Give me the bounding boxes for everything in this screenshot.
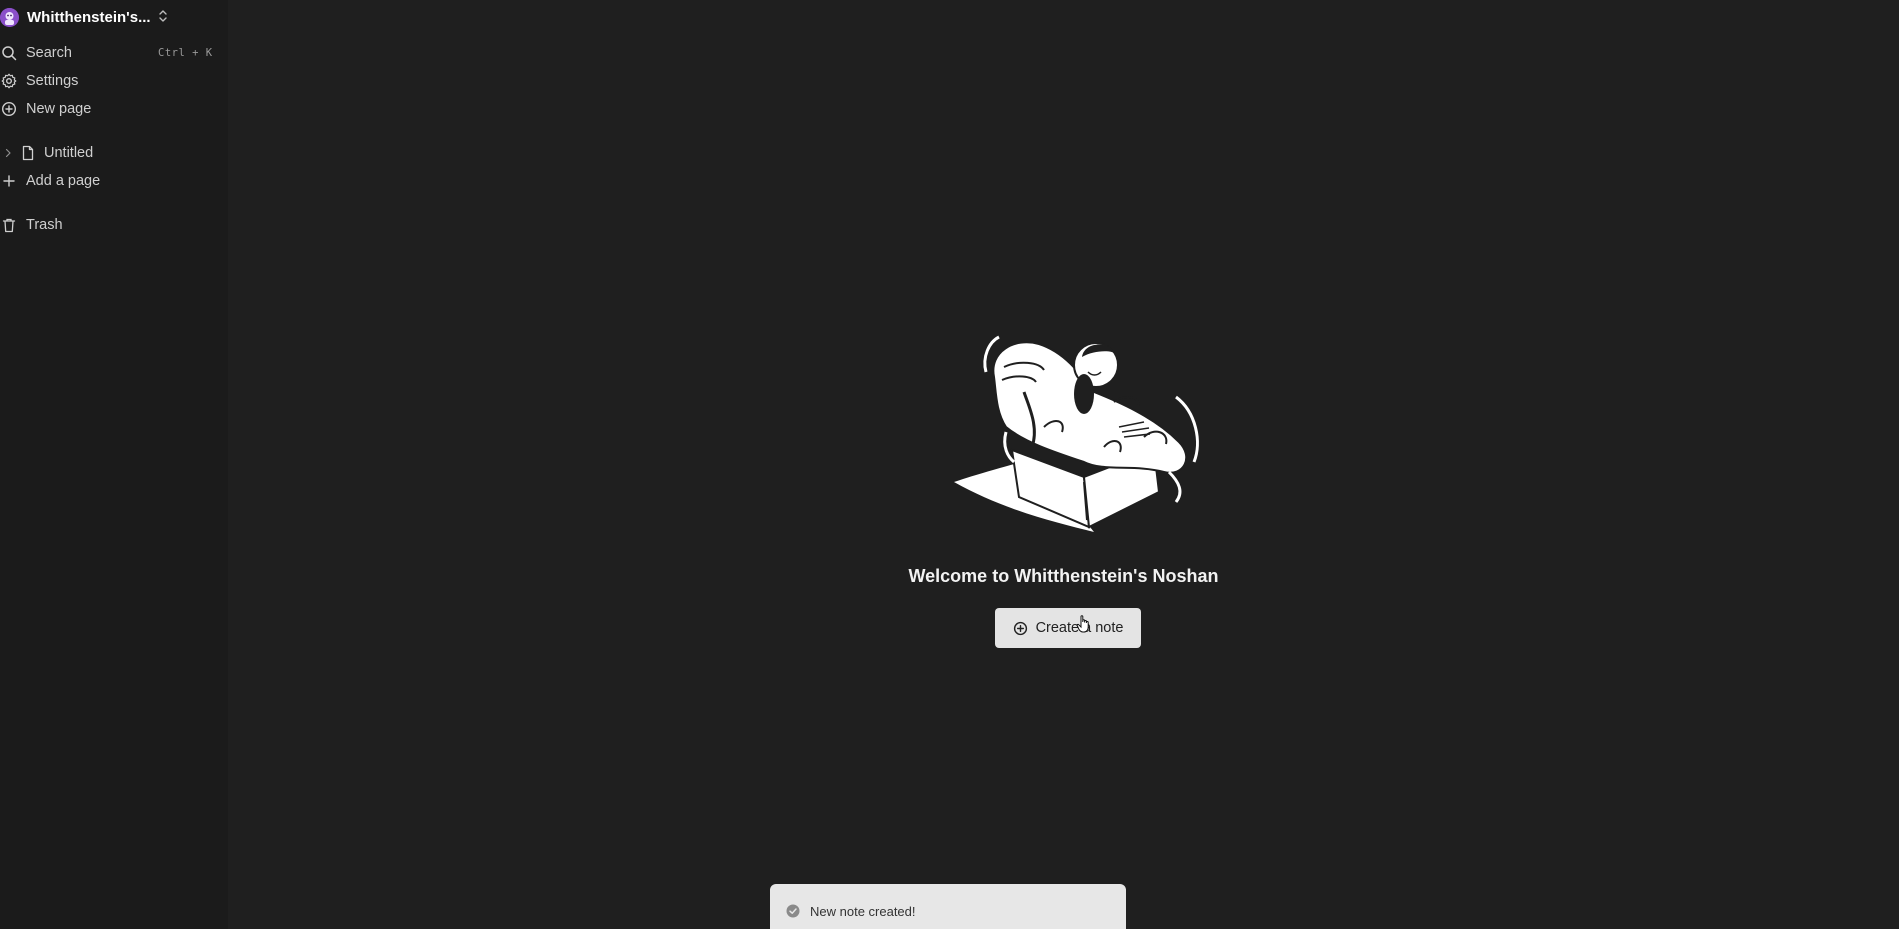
- sidebar-item-label: New page: [26, 101, 92, 117]
- check-circle-icon: [786, 904, 800, 918]
- search-icon: [0, 44, 18, 62]
- workspace-avatar: [0, 7, 19, 27]
- sidebar-item-label: Trash: [26, 217, 63, 233]
- trash-icon: [0, 216, 18, 234]
- plus-circle-icon: [0, 100, 18, 118]
- sidebar-item-add-page[interactable]: Add a page: [0, 170, 220, 192]
- toast-message: New note created!: [810, 904, 916, 919]
- sidebar-item-trash[interactable]: Trash: [0, 214, 220, 236]
- hand-cursor-icon: [1076, 614, 1092, 634]
- plus-circle-icon: [1013, 621, 1028, 636]
- sidebar-item-label: Search: [26, 45, 72, 61]
- empty-state-illustration: [944, 332, 1206, 536]
- plus-icon: [0, 172, 18, 190]
- chevrons-up-down-icon: [158, 8, 168, 29]
- create-note-button[interactable]: Create a note: [995, 608, 1141, 648]
- file-icon: [20, 145, 36, 161]
- sidebar-item-label: Add a page: [26, 173, 101, 189]
- chevron-right-icon[interactable]: [0, 148, 16, 158]
- sidebar-item-search[interactable]: Search Ctrl + K: [0, 42, 220, 64]
- sidebar: Whitthenstein's... Search Ctrl + K Setti…: [0, 0, 228, 929]
- sidebar-item-label: Untitled: [44, 145, 94, 161]
- workspace-name: Whitthenstein's...: [27, 8, 151, 26]
- toast-notification: New note created!: [770, 884, 1126, 929]
- app-root: Whitthenstein's... Search Ctrl + K Setti…: [0, 0, 1899, 929]
- gear-icon: [0, 72, 18, 90]
- sidebar-page-untitled[interactable]: Untitled: [0, 142, 220, 164]
- search-shortcut: Ctrl + K: [158, 47, 213, 59]
- main-content: Welcome to Whitthenstein's Noshan Create…: [228, 0, 1899, 929]
- sidebar-item-label: Settings: [26, 73, 79, 89]
- workspace-switcher[interactable]: Whitthenstein's...: [0, 5, 226, 29]
- welcome-heading: Welcome to Whitthenstein's Noshan: [908, 566, 1219, 586]
- sidebar-item-new-page[interactable]: New page: [0, 98, 220, 120]
- sidebar-item-settings[interactable]: Settings: [0, 70, 220, 92]
